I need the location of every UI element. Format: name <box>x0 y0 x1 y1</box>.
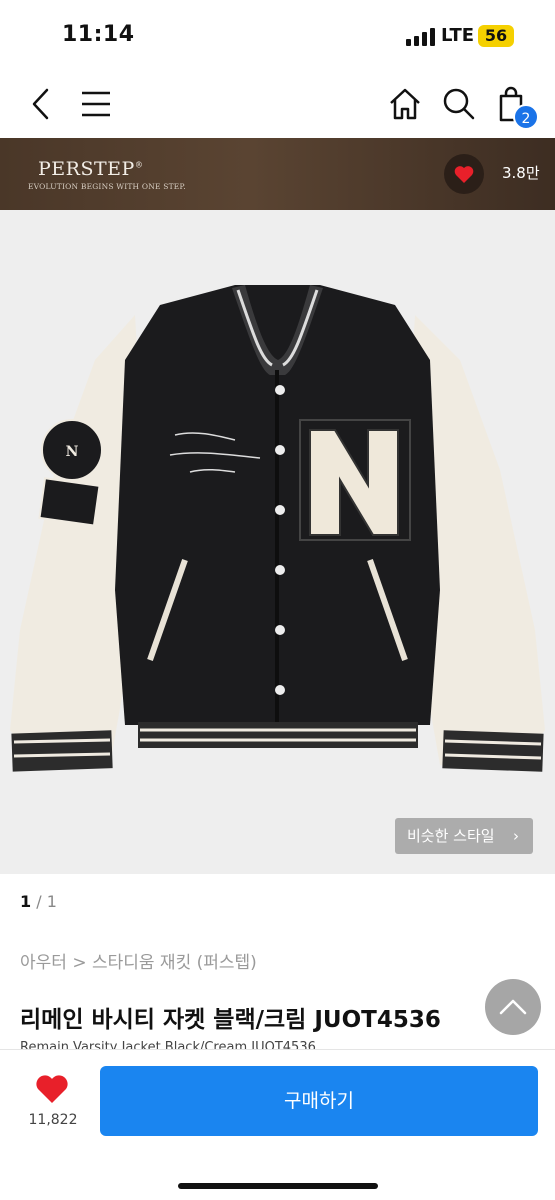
brand-like-button[interactable] <box>444 154 484 194</box>
cart-count-badge: 2 <box>513 104 539 130</box>
brand-like-count: 3.8만 <box>502 164 540 182</box>
product-title: 리메인 바시티 자켓 블랙/크림 JUOT4536 <box>20 1007 441 1033</box>
similar-style-button[interactable]: 비슷한 스타일 › <box>395 818 533 854</box>
signal-icon <box>406 28 436 46</box>
similar-style-label: 비슷한 스타일 <box>407 827 495 845</box>
chevron-up-icon <box>499 999 527 1015</box>
chevron-right-icon: › <box>513 827 519 845</box>
brand-name: PERSTEP <box>38 158 135 180</box>
wish-count: 11,822 <box>28 1112 78 1128</box>
home-icon[interactable] <box>383 82 427 126</box>
status-bar: 11:14 LTE 56 <box>0 0 555 70</box>
product-image[interactable]: N 비슷한 스타일 › <box>0 210 555 874</box>
scroll-to-top-button[interactable] <box>485 979 541 1035</box>
home-indicator <box>178 1183 378 1189</box>
jacket-illustration: N <box>10 285 545 772</box>
heart-icon[interactable] <box>35 1074 69 1104</box>
svg-text:N: N <box>66 444 79 460</box>
image-pager: 1 / 1 <box>20 892 57 911</box>
network-label: LTE <box>441 25 475 46</box>
top-nav-bar <box>0 70 555 138</box>
category-breadcrumb[interactable]: 아우터 > 스타디움 재킷 (퍼스텝) <box>20 948 257 973</box>
heart-icon <box>454 166 474 183</box>
brand-logo: PERSTEP® <box>38 158 143 180</box>
registered-mark: ® <box>134 160 144 170</box>
pager-current: 1 <box>20 892 32 911</box>
search-icon[interactable] <box>437 82 481 126</box>
pager-total: 1 <box>46 892 57 911</box>
bottom-action-bar: 11,822 구매하기 <box>0 1049 555 1200</box>
buy-button[interactable]: 구매하기 <box>100 1066 538 1136</box>
brand-slogan: EVOLUTION BEGINS WITH ONE STEP. <box>28 182 186 191</box>
hamburger-icon[interactable] <box>74 82 118 126</box>
chevron-left-icon[interactable] <box>20 82 64 126</box>
brand-banner[interactable]: PERSTEP® EVOLUTION BEGINS WITH ONE STEP.… <box>0 138 555 210</box>
battery-icon: 56 <box>478 25 514 47</box>
pager-separator: / <box>36 892 42 911</box>
status-time: 11:14 <box>62 22 135 47</box>
